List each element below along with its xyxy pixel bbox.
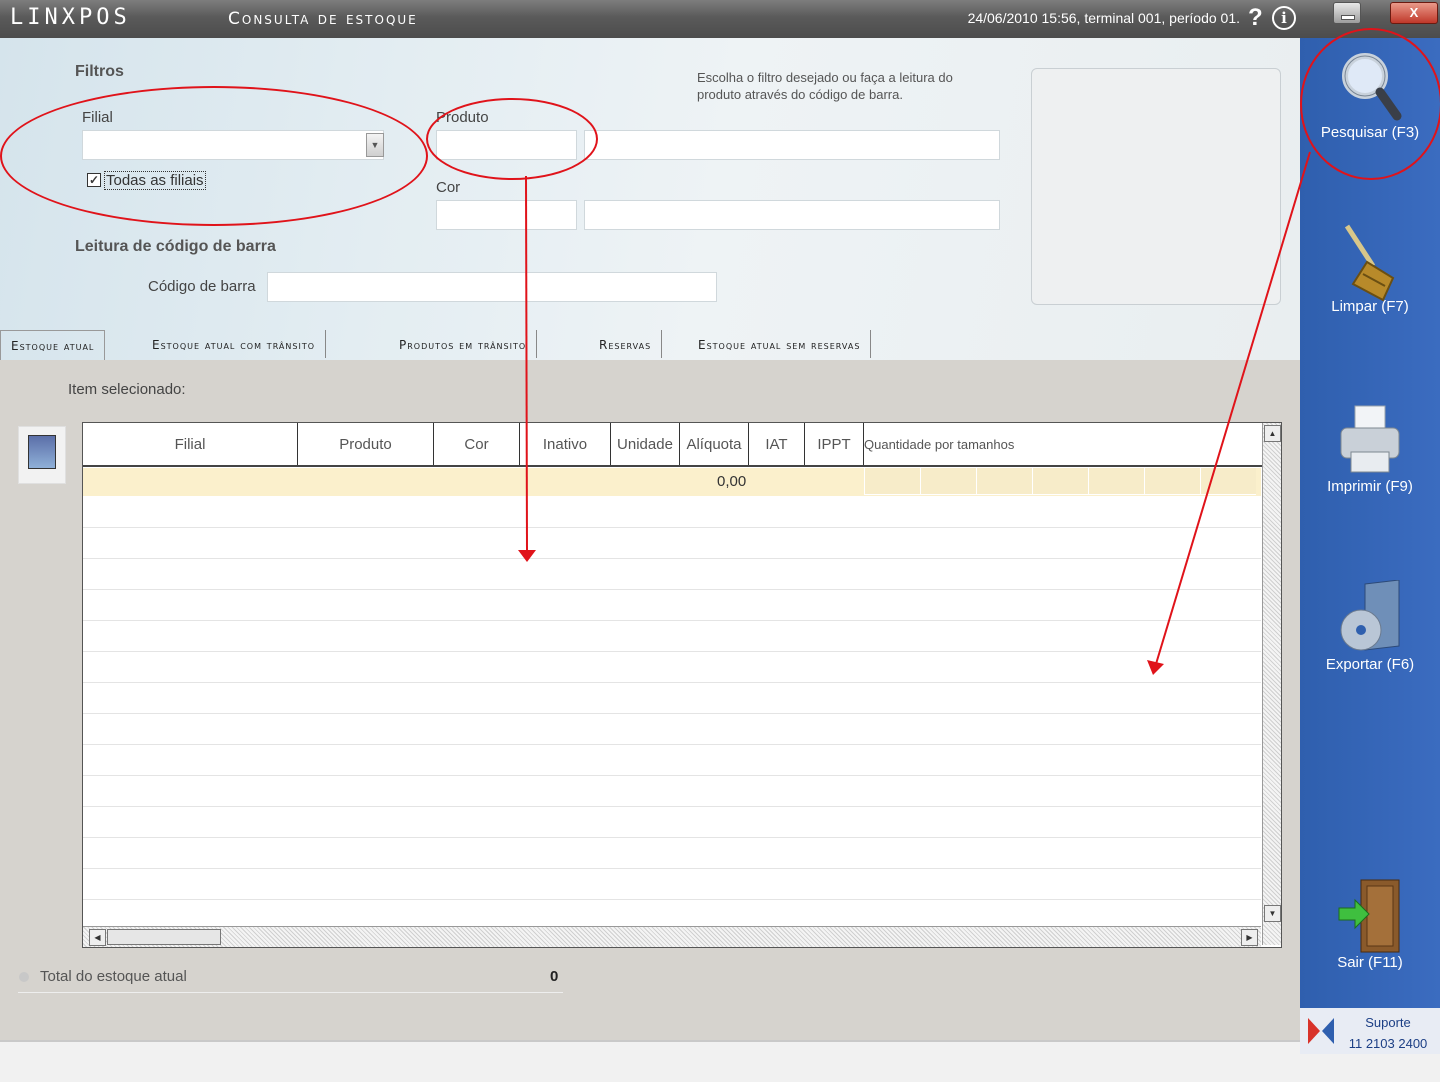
annotation-arrow-product bbox=[525, 175, 528, 553]
annotation-arrow-search bbox=[1155, 151, 1311, 665]
annotation-arrowhead-search bbox=[1147, 660, 1164, 675]
annotation-arrowhead-product bbox=[518, 550, 536, 562]
annotation-arrows bbox=[518, 151, 1311, 675]
